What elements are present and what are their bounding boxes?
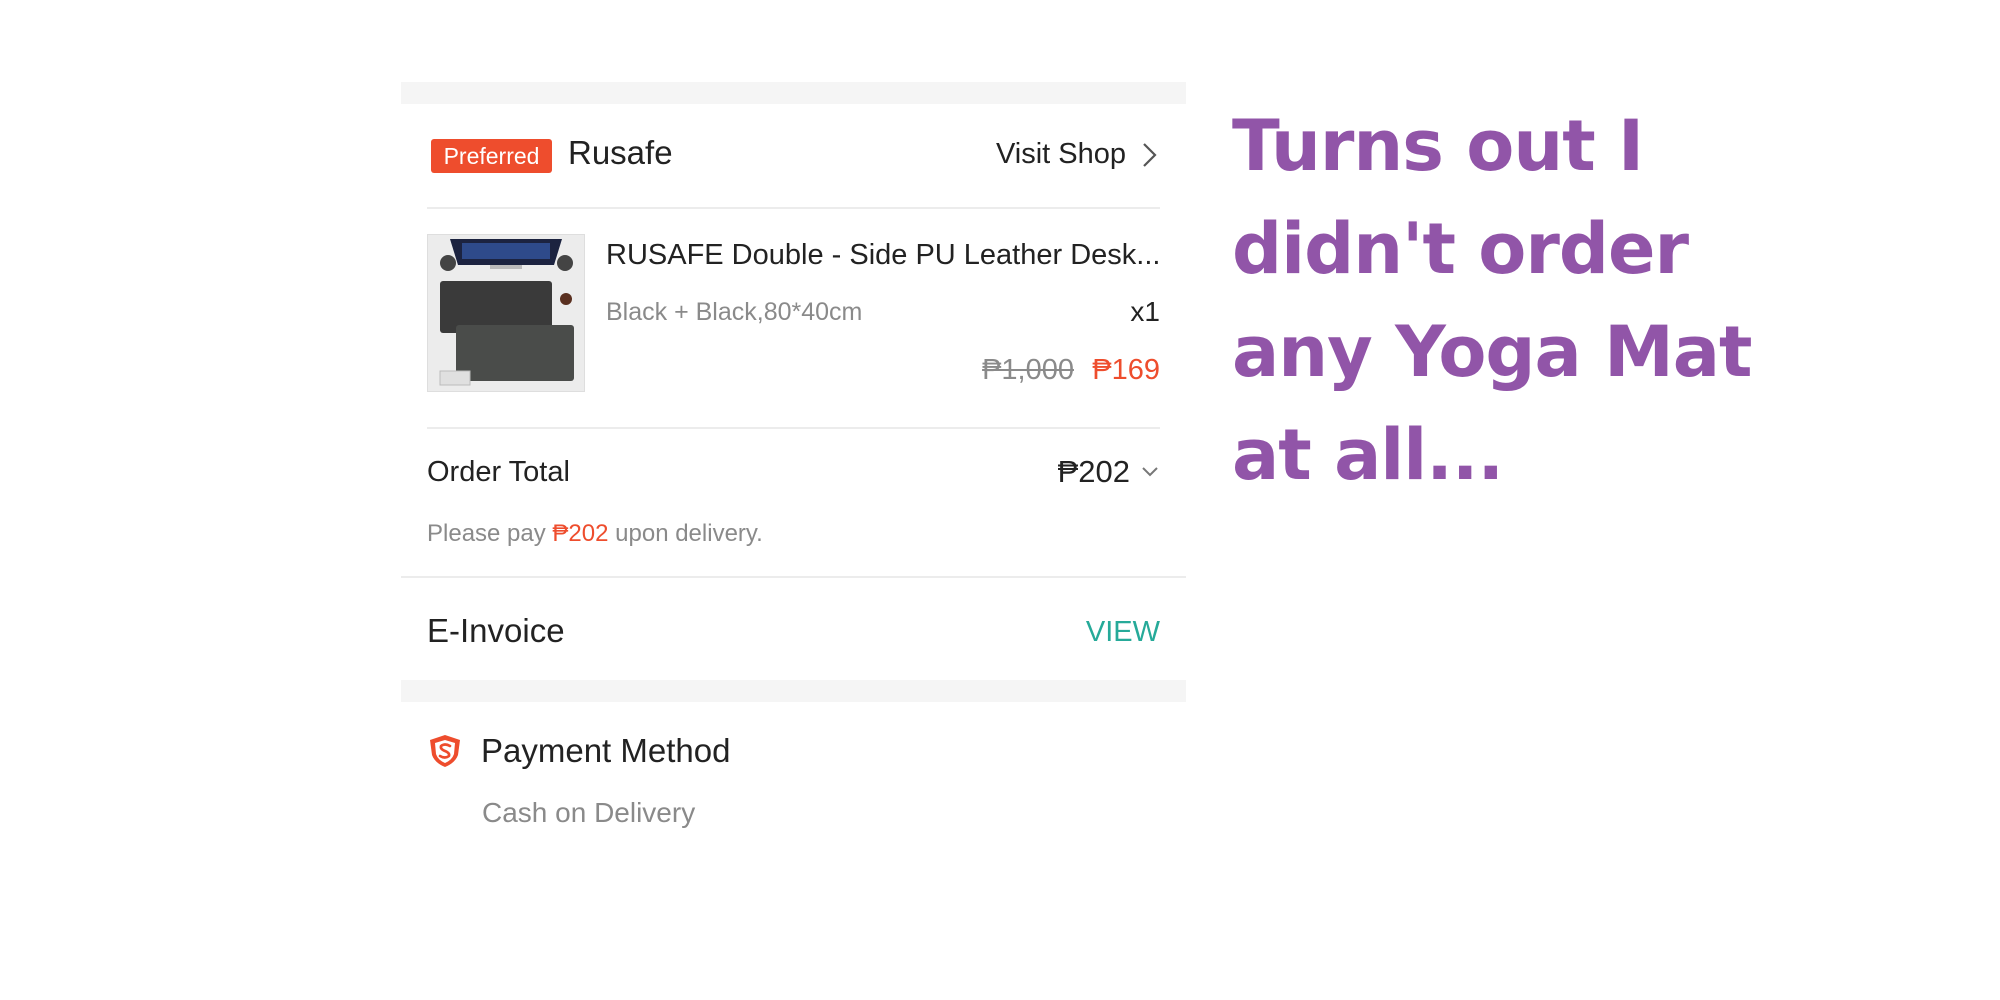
payment-note: Please pay ₱202 upon delivery. (427, 520, 763, 548)
section-separator (401, 82, 1186, 104)
section-separator (401, 680, 1186, 702)
chevron-down-icon (1142, 467, 1158, 477)
einvoice-view-button[interactable]: VIEW (1086, 616, 1160, 649)
payment-method-value[interactable]: Cash on Delivery (482, 797, 695, 829)
caption-line: at all... (1232, 414, 1504, 496)
order-total-toggle[interactable]: ₱202 (1058, 454, 1160, 490)
divider (427, 207, 1160, 209)
order-total-label: Order Total (427, 456, 570, 488)
desk-mat-image (428, 235, 584, 391)
order-card: Preferred Rusafe Visit Shop RUSAFE Doubl (401, 82, 1186, 882)
visit-shop-label: Visit Shop (995, 138, 1126, 170)
caption-line: Turns out I (1232, 105, 1644, 187)
payment-method-label: Payment Method (481, 732, 731, 769)
einvoice-label: E-Invoice (427, 612, 565, 649)
visit-shop-button[interactable]: Visit Shop (996, 138, 1160, 171)
sale-price: ₱169 (1092, 354, 1160, 386)
chevron-right-icon (1143, 142, 1157, 167)
payment-note-amount: ₱202 (552, 520, 609, 547)
order-total-value: ₱202 (1057, 454, 1130, 489)
preferred-badge: Preferred (431, 139, 552, 173)
product-thumbnail[interactable] (427, 234, 585, 392)
divider (401, 576, 1186, 578)
divider (427, 427, 1160, 429)
product-quantity: x1 (1130, 296, 1160, 327)
payment-note-suffix: upon delivery. (608, 520, 763, 547)
product-title[interactable]: RUSAFE Double - Side PU Leather Desk... (606, 239, 1161, 272)
shop-name[interactable]: Rusafe (568, 134, 673, 172)
caption-line: didn't order (1232, 208, 1689, 290)
original-price: ₱1,000 (982, 354, 1074, 386)
caption-line: any Yoga Mat (1232, 311, 1753, 393)
payment-note-prefix: Please pay (427, 520, 553, 547)
shield-icon (430, 735, 460, 767)
product-variation: Black + Black,80*40cm (606, 298, 863, 326)
meme-caption: Turns out I didn't order any Yoga Mat at… (1232, 95, 1792, 507)
